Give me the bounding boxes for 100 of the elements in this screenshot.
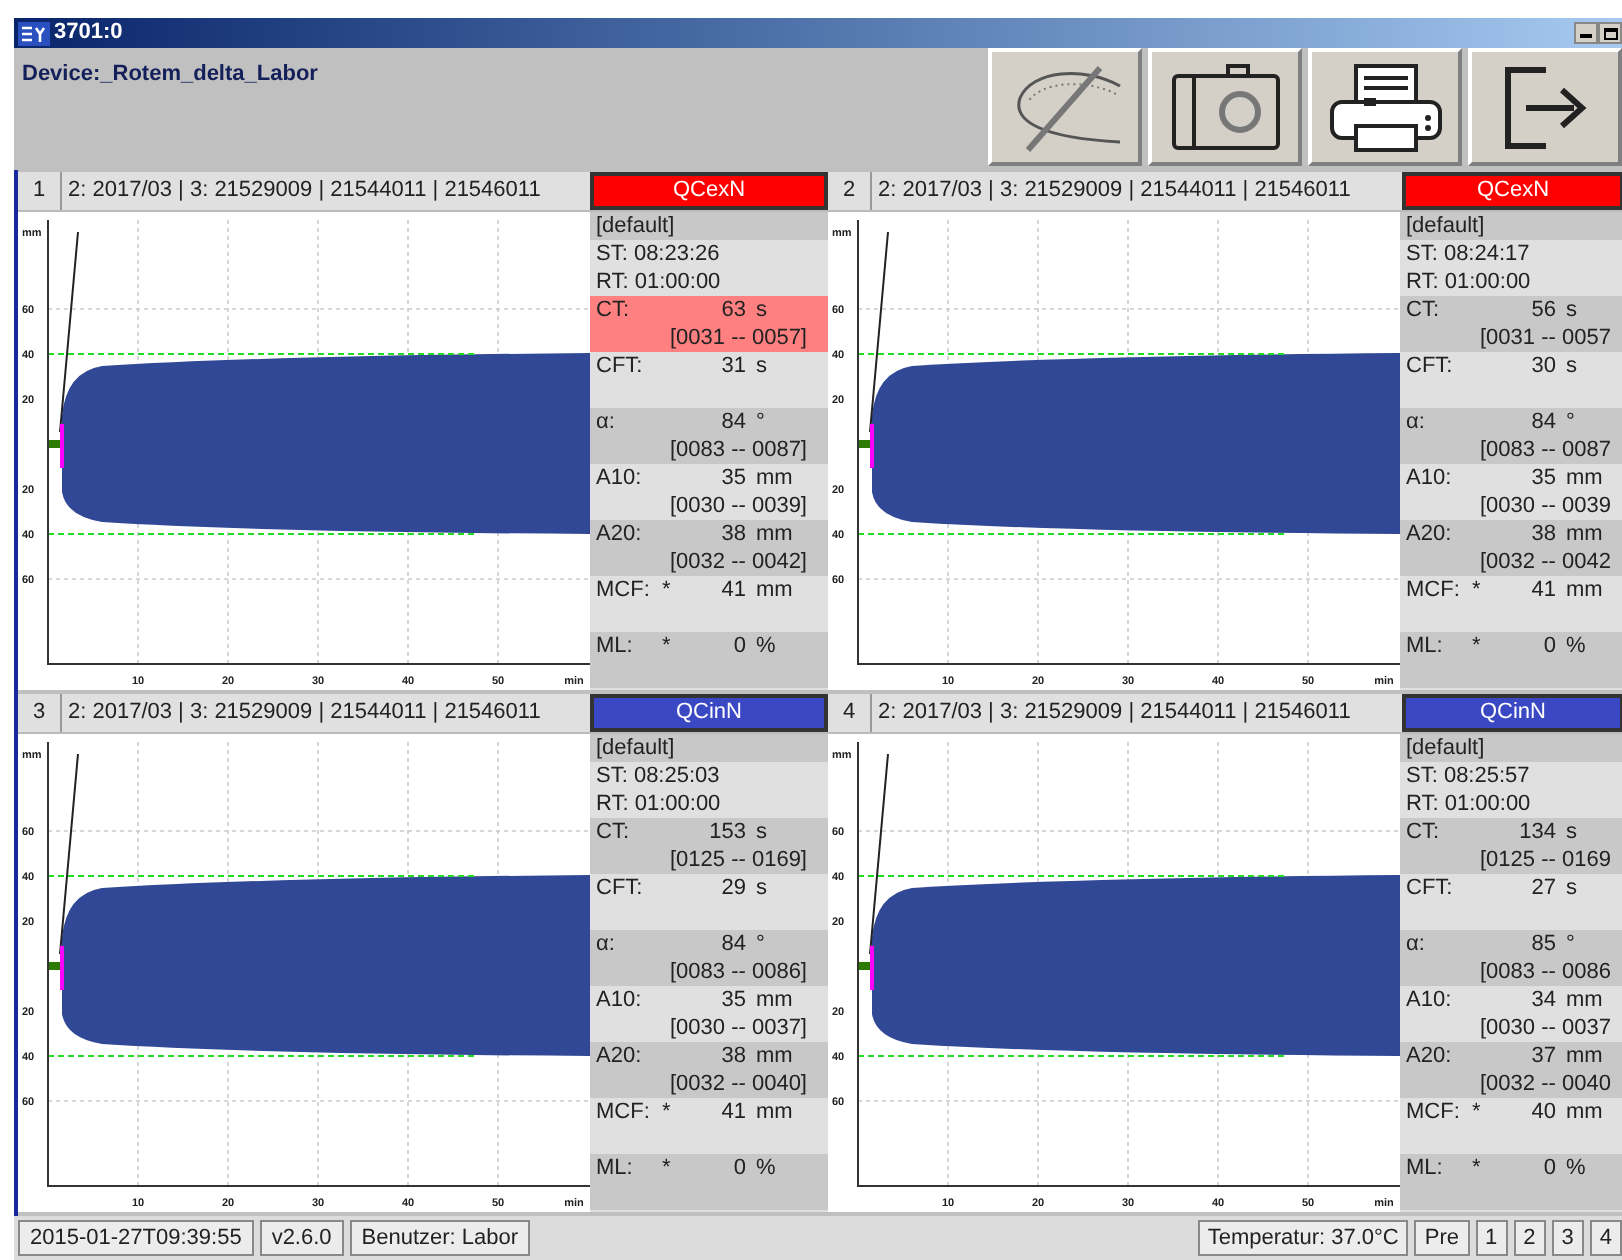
- flag-marker: *: [662, 578, 671, 602]
- baseline-marker: [48, 440, 60, 448]
- parameter-label: α:: [594, 408, 617, 436]
- status-field: 2: [1513, 1219, 1546, 1257]
- parameter-value: 134: [1517, 818, 1556, 846]
- parameter-value: 85: [1529, 930, 1556, 958]
- baseline-marker: [858, 440, 870, 448]
- status-field: v2.6.0: [259, 1219, 344, 1257]
- run-time: RT: 01:00:00: [1404, 790, 1533, 818]
- parameter-unit: mm: [756, 464, 793, 492]
- reference-range: [0083 -- 0086: [1478, 958, 1613, 986]
- parameter-label: CT:: [1404, 818, 1441, 846]
- run-time: RT: 01:00:00: [1404, 268, 1533, 296]
- reference-range: [0032 -- 0040: [1478, 1070, 1613, 1098]
- parameter-unit: mm: [1566, 986, 1603, 1014]
- parameter-label: A10:: [1404, 986, 1454, 1014]
- parameter-value: 38: [719, 520, 746, 548]
- reference-range: [0125 -- 0169]: [668, 846, 809, 874]
- parameter-label: MCF:: [594, 1098, 652, 1126]
- profile-label: [default]: [590, 212, 828, 240]
- window-title: 3701:0: [54, 18, 123, 49]
- test-badge: QCinN: [1402, 694, 1622, 732]
- exit-icon: [1501, 65, 1589, 149]
- flag-marker: *: [662, 634, 671, 658]
- status-field: Benutzer: Labor: [349, 1219, 531, 1257]
- test-badge: QCinN: [590, 694, 828, 732]
- parameter-unit: °: [1566, 930, 1575, 958]
- status-field: 2015-01-27T09:39:55: [18, 1219, 254, 1257]
- parameter-value: 37: [1529, 1042, 1556, 1070]
- reference-range: [0083 -- 0087]: [668, 436, 809, 464]
- status-field: 4: [1589, 1219, 1622, 1257]
- test-badge: QCexN: [1402, 172, 1622, 210]
- parameter-value: 31: [719, 352, 746, 380]
- parameter-label: CT:: [1404, 296, 1441, 324]
- parameter-unit: s: [1566, 818, 1577, 846]
- parameter-label: MCF:: [1404, 576, 1462, 604]
- start-marker: [60, 946, 64, 990]
- flag-marker: *: [662, 1156, 671, 1180]
- status-field: Pre: [1414, 1219, 1469, 1257]
- parameter-unit: °: [756, 408, 765, 436]
- status-field: 1: [1475, 1219, 1508, 1257]
- reference-range: [0032 -- 0042]: [668, 548, 809, 576]
- flag-marker: *: [1472, 578, 1481, 602]
- device-label: Device:_Rotem_delta_Labor: [20, 60, 320, 90]
- parameter-unit: s: [756, 874, 767, 902]
- parameter-value: 35: [719, 986, 746, 1014]
- parameter-unit: %: [756, 1154, 776, 1182]
- parameter-unit: s: [756, 296, 767, 324]
- parameter-label: ML:: [594, 632, 635, 660]
- parameter-value: 41: [1529, 576, 1556, 604]
- app-logo-icon: [18, 21, 50, 45]
- parameter-label: A20:: [1404, 1042, 1454, 1070]
- parameter-label: α:: [594, 930, 617, 958]
- parameter-value: 0: [1541, 632, 1556, 660]
- parameter-label: CFT:: [1404, 352, 1455, 380]
- parameter-unit: mm: [756, 1042, 793, 1070]
- parameter-label: A10:: [594, 986, 644, 1014]
- parameter-unit: %: [756, 632, 776, 660]
- reference-range: [0031 -- 0057]: [668, 324, 809, 352]
- profile-label: [default]: [590, 734, 828, 762]
- parameter-unit: s: [1566, 296, 1577, 324]
- minimize-button[interactable]: [1574, 22, 1598, 44]
- parameter-label: ML:: [1404, 1154, 1445, 1182]
- toolbar-button[interactable]: [1468, 48, 1622, 166]
- reference-range: [0083 -- 0086]: [668, 958, 809, 986]
- reference-range: [0125 -- 0169: [1478, 846, 1613, 874]
- parameter-label: α:: [1404, 408, 1427, 436]
- parameter-value: 40: [1529, 1098, 1556, 1126]
- toolbar-button[interactable]: [988, 48, 1142, 166]
- run-time: RT: 01:00:00: [594, 268, 723, 296]
- start-marker: [870, 946, 874, 990]
- start-marker: [60, 424, 64, 468]
- parameter-unit: s: [756, 352, 767, 380]
- parameter-unit: %: [1566, 1154, 1586, 1182]
- maximize-button[interactable]: [1598, 22, 1622, 44]
- flag-marker: *: [1472, 634, 1481, 658]
- panel-number: 2: [828, 172, 872, 210]
- camera-icon: [1167, 63, 1283, 151]
- parameter-label: CFT:: [1404, 874, 1455, 902]
- parameter-unit: s: [1566, 874, 1577, 902]
- reference-range: [0030 -- 0037]: [668, 1014, 809, 1042]
- parameter-label: ML:: [594, 1154, 635, 1182]
- toolbar-button[interactable]: [1148, 48, 1302, 166]
- parameter-label: CT:: [594, 818, 631, 846]
- parameter-value: 56: [1529, 296, 1556, 324]
- reference-range: [0083 -- 0087: [1478, 436, 1613, 464]
- flag-marker: *: [662, 1100, 671, 1124]
- parameter-value: 41: [719, 1098, 746, 1126]
- toolbar-button[interactable]: [1308, 48, 1462, 166]
- parameter-unit: mm: [1566, 576, 1603, 604]
- panel-number: 1: [18, 172, 62, 210]
- panel-header: 2: 2017/03 | 3: 21529009 | 21544011 | 21546011: [876, 698, 1353, 729]
- parameter-value: 41: [719, 576, 746, 604]
- parameter-label: ML:: [1404, 632, 1445, 660]
- parameter-value: 84: [719, 930, 746, 958]
- parameter-value: 30: [1529, 352, 1556, 380]
- parameter-value: 153: [707, 818, 746, 846]
- parameter-unit: %: [1566, 632, 1586, 660]
- start-time: ST: 08:25:57: [1404, 762, 1532, 790]
- profile-label: [default]: [1400, 734, 1622, 762]
